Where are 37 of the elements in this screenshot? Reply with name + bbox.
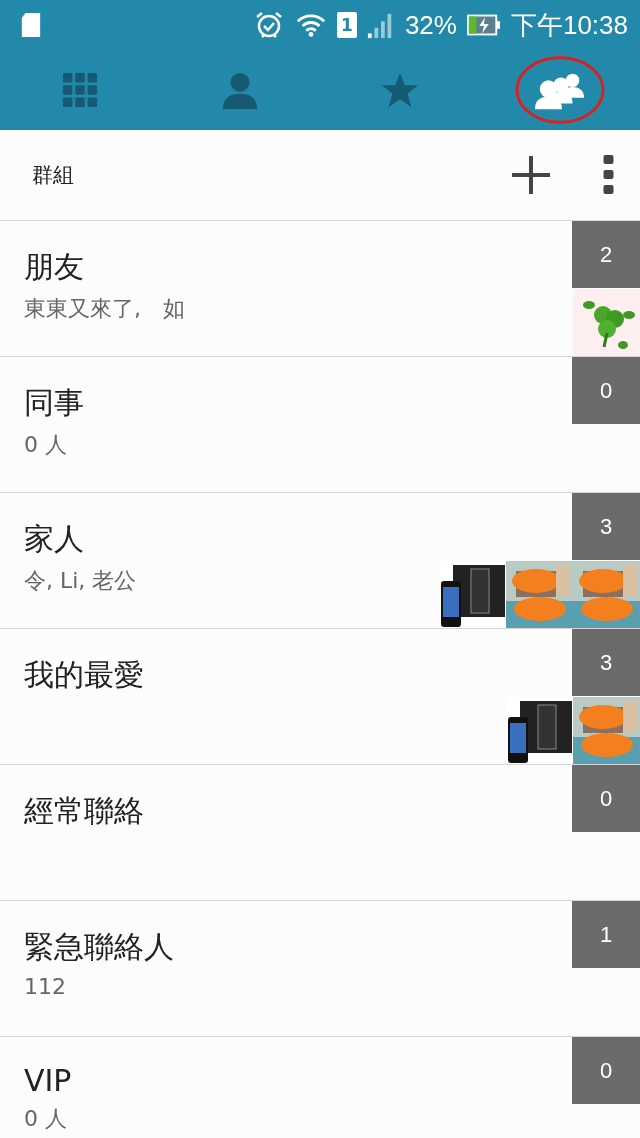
member-count: 0 — [572, 1037, 640, 1104]
group-members: 0 人 — [24, 431, 67, 459]
group-row[interactable]: 同事 0 人 0 — [0, 357, 640, 493]
sd-card-icon — [20, 11, 42, 39]
group-members: 0 人 — [24, 1105, 67, 1133]
group-name: 經常聯絡 — [24, 792, 144, 830]
group-name: VIP — [24, 1063, 72, 1098]
more-options-icon[interactable] — [603, 155, 614, 195]
group-row[interactable]: VIP 0 人 0 — [0, 1037, 640, 1138]
sim-card-icon: 1 — [336, 12, 357, 38]
group-members: 112 — [24, 974, 66, 999]
member-count: 3 — [572, 493, 640, 560]
group-row[interactable]: 經常聯絡 0 — [0, 765, 640, 901]
battery-charging-icon — [466, 13, 501, 37]
group-name: 同事 — [24, 384, 84, 422]
page-title: 群組 — [32, 162, 75, 189]
member-count: 0 — [572, 765, 640, 832]
group-name: 緊急聯絡人 — [24, 928, 174, 966]
star-icon — [381, 71, 419, 109]
group-name: 朋友 — [24, 248, 84, 286]
member-count: 1 — [572, 901, 640, 968]
group-row[interactable]: 家人 令, Li, 老公 3 — [0, 493, 640, 629]
member-count: 2 — [572, 221, 640, 288]
member-count: 3 — [572, 629, 640, 696]
group-row[interactable]: 朋友 東東又來了, 如 2 — [0, 221, 640, 357]
grid-icon — [61, 71, 99, 109]
group-row[interactable]: 我的最愛 3 — [0, 629, 640, 765]
add-icon[interactable] — [511, 155, 551, 195]
group-name: 我的最愛 — [24, 656, 144, 694]
group-row[interactable]: 緊急聯絡人 112 1 — [0, 901, 640, 1037]
person-icon — [221, 71, 259, 109]
group-members: 令, Li, 老公 — [24, 567, 137, 595]
battery-percent: 32% — [404, 9, 457, 41]
group-members: 東東又來了, 如 — [24, 295, 185, 323]
group-name: 家人 — [24, 520, 84, 558]
clock-time: 下午10:38 — [510, 8, 628, 42]
member-count: 0 — [572, 357, 640, 424]
